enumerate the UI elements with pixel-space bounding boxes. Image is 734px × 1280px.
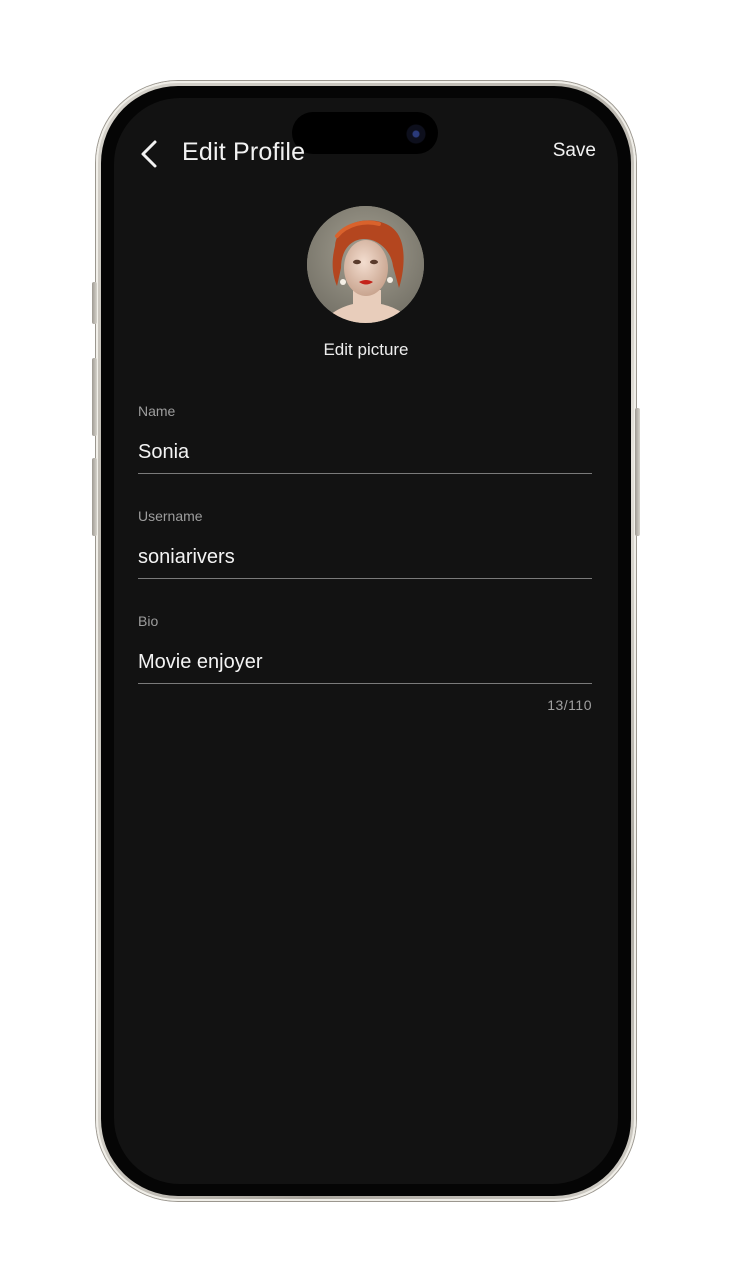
chevron-left-icon [141,140,157,168]
name-divider [138,473,592,474]
bio-input[interactable] [138,647,592,677]
page-title: Edit Profile [182,138,306,166]
volume-up-button [92,358,97,436]
name-field: Name [138,403,592,474]
bio-label: Bio [138,613,159,629]
device-stage: Edit Profile Save Edit picture Name Soni… [0,0,734,1280]
username-divider [138,578,592,579]
profile-avatar[interactable] [307,206,424,323]
bio-divider [138,683,592,684]
portrait-image [307,206,424,323]
username-input[interactable] [138,542,592,572]
edit-picture-link[interactable]: Edit picture [300,340,432,360]
name-input[interactable] [138,437,592,467]
bio-character-counter: 13/110 [547,697,592,713]
action-button [92,282,97,324]
name-label: Name [138,403,176,419]
username-label: Username [138,508,203,524]
username-field: Username [138,508,592,579]
volume-down-button [92,458,97,536]
save-button[interactable]: Save [540,140,596,162]
front-camera-icon [406,124,426,144]
bio-field: Bio [138,613,592,684]
power-button [635,408,640,536]
back-button[interactable] [134,137,164,171]
